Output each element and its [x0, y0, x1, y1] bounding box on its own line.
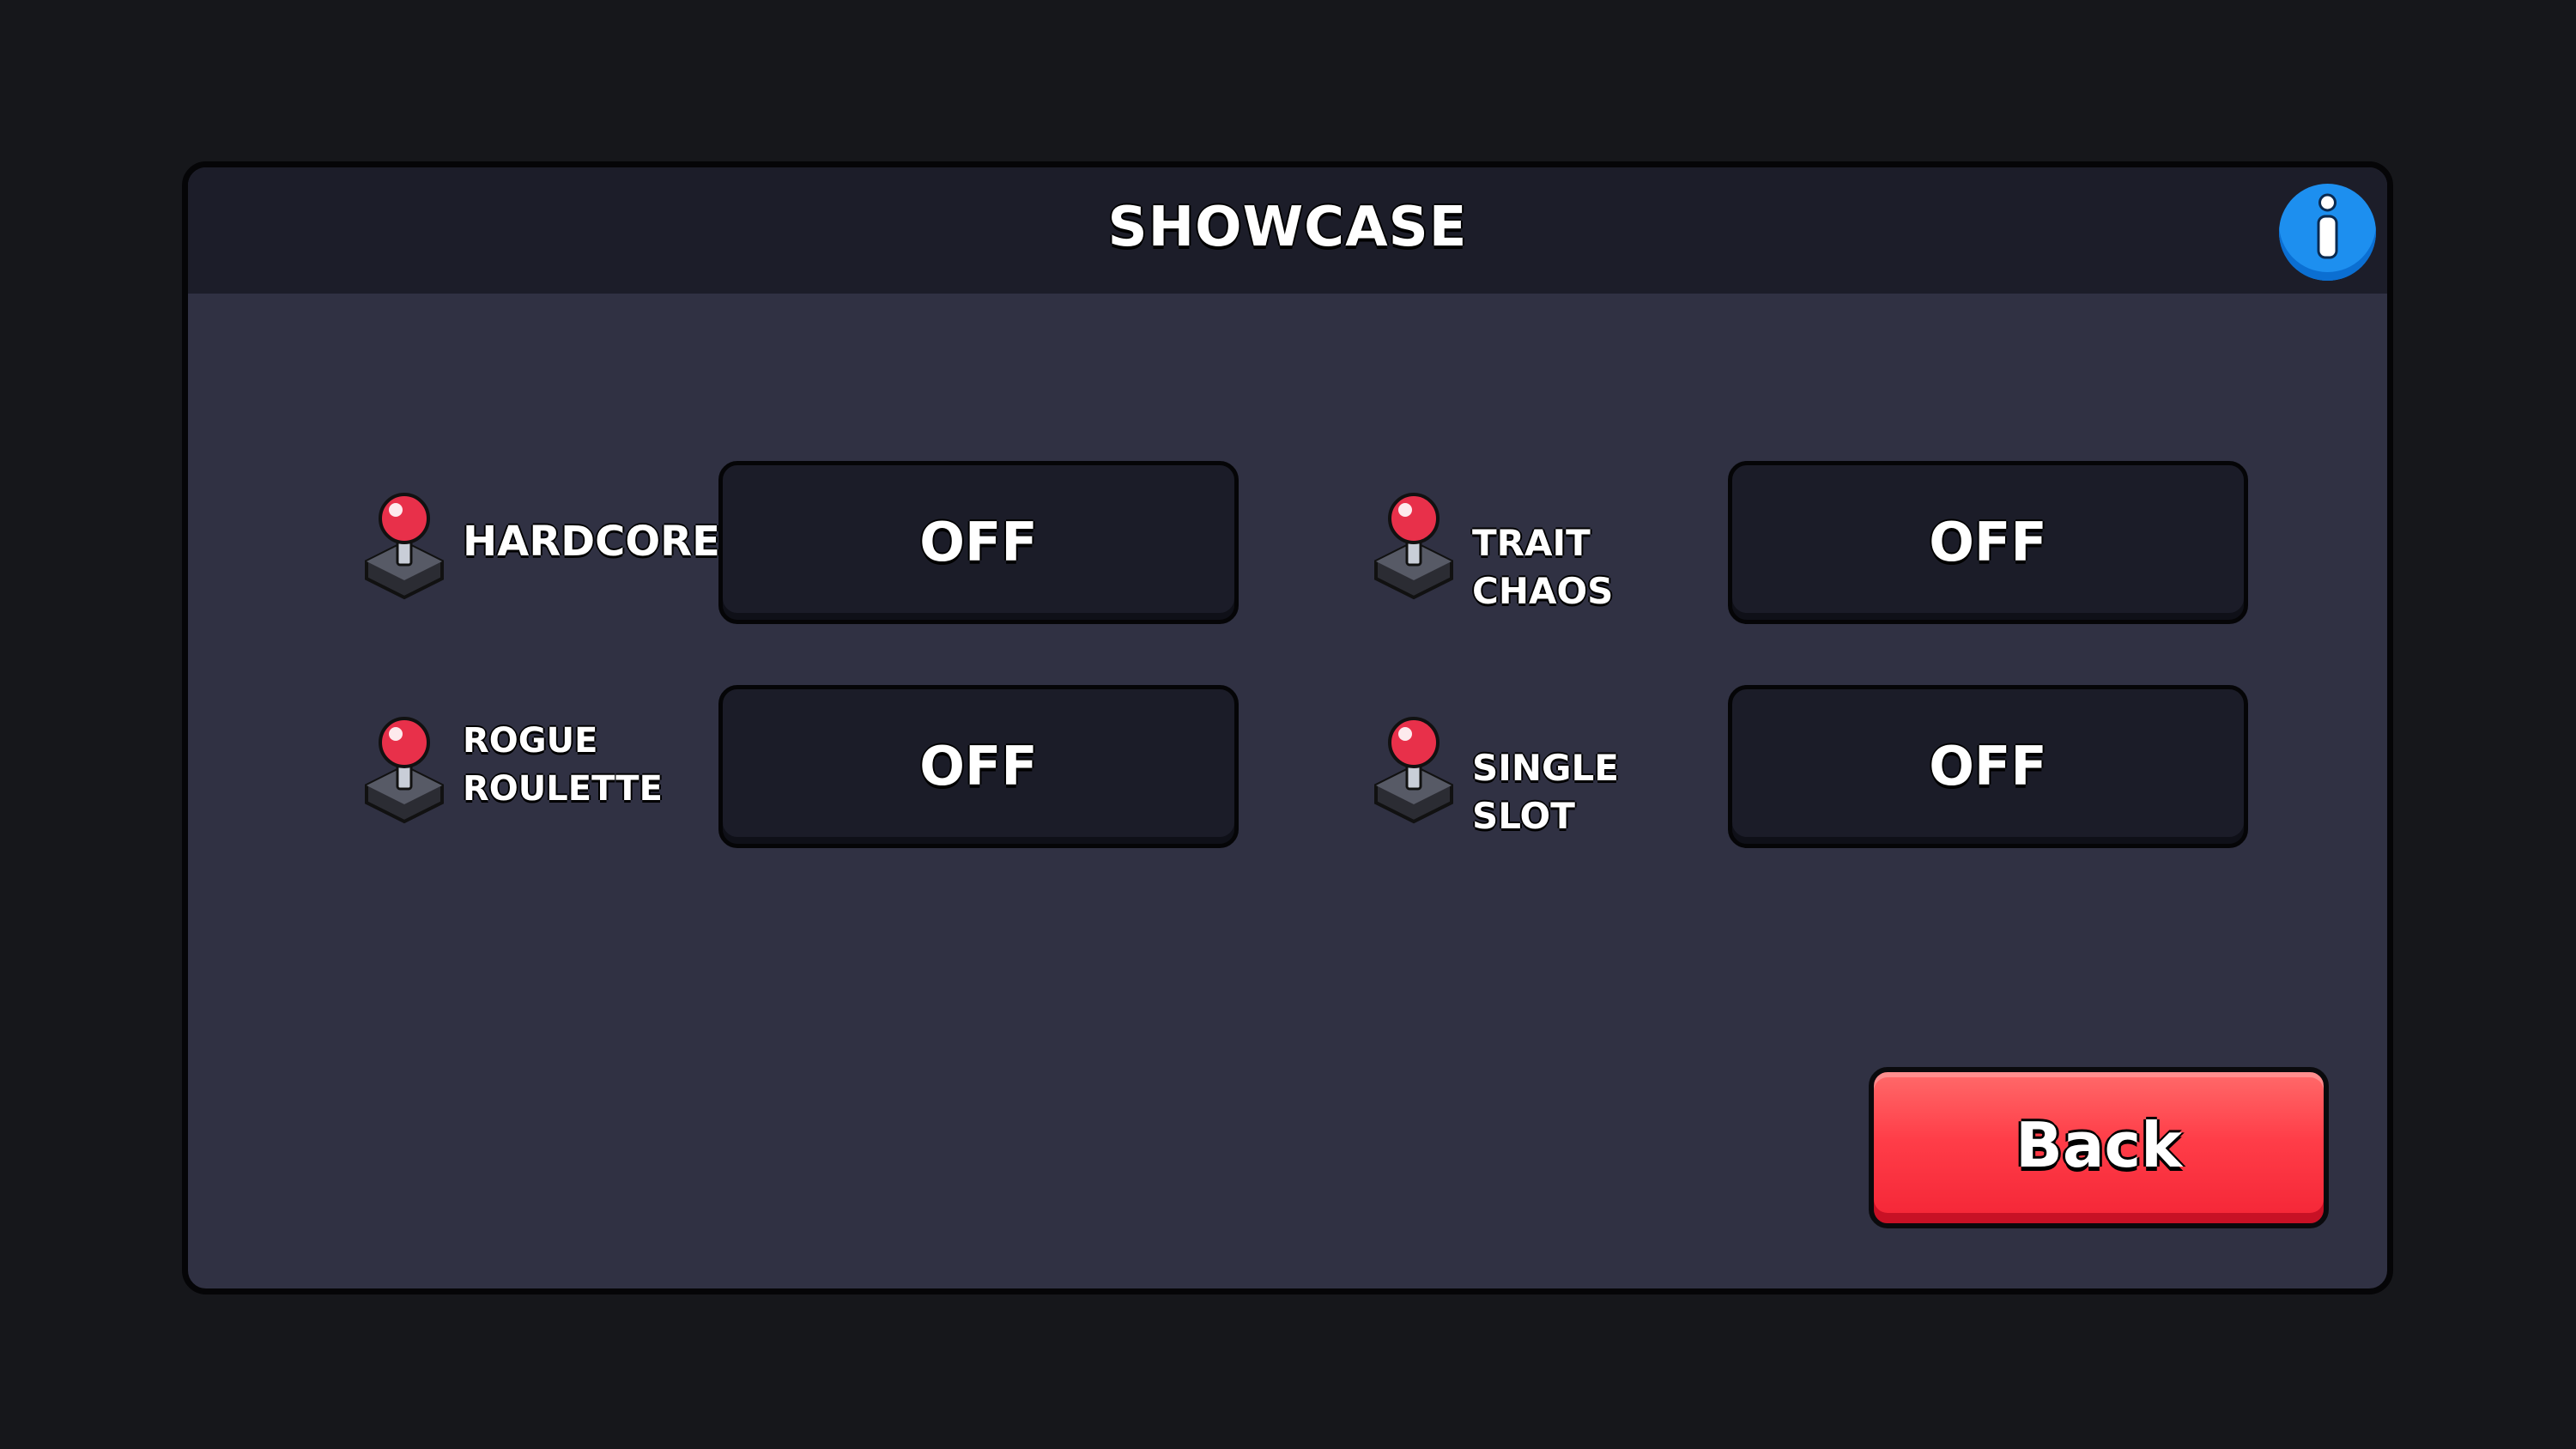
panel-header: SHOWCASE [188, 167, 2387, 294]
rogue-roulette-toggle-value: OFF [919, 735, 1038, 797]
rogue-roulette-toggle[interactable]: OFF [718, 685, 1239, 848]
mode-label-single-slot: SINGLE SLOT [1472, 747, 1619, 837]
joystick-icon [1374, 717, 1453, 824]
hardcore-toggle[interactable]: OFF [718, 461, 1239, 624]
joystick-icon [365, 493, 444, 600]
back-button[interactable]: Back [1869, 1067, 2329, 1228]
single-slot-toggle-value: OFF [1929, 735, 2047, 797]
joystick-icon [365, 717, 444, 824]
trait-chaos-toggle-value: OFF [1929, 511, 2047, 573]
info-icon [2317, 193, 2338, 259]
panel-title: SHOWCASE [1107, 196, 1468, 259]
single-slot-toggle[interactable]: OFF [1728, 685, 2248, 848]
showcase-panel: SHOWCASE HARDCORE OFF TRAIT CHAOS OFF RO… [182, 161, 2393, 1294]
screen: SHOWCASE HARDCORE OFF TRAIT CHAOS OFF RO… [0, 0, 2576, 1449]
mode-label-rogue-roulette: ROGUE ROULETTE [463, 721, 663, 809]
info-button[interactable] [2279, 184, 2376, 281]
mode-label-trait-chaos: TRAIT CHAOS [1472, 522, 1614, 612]
back-button-label: Back [2015, 1109, 2183, 1181]
joystick-icon [1374, 493, 1453, 600]
trait-chaos-toggle[interactable]: OFF [1728, 461, 2248, 624]
mode-label-hardcore: HARDCORE [463, 518, 720, 566]
hardcore-toggle-value: OFF [919, 511, 1038, 573]
